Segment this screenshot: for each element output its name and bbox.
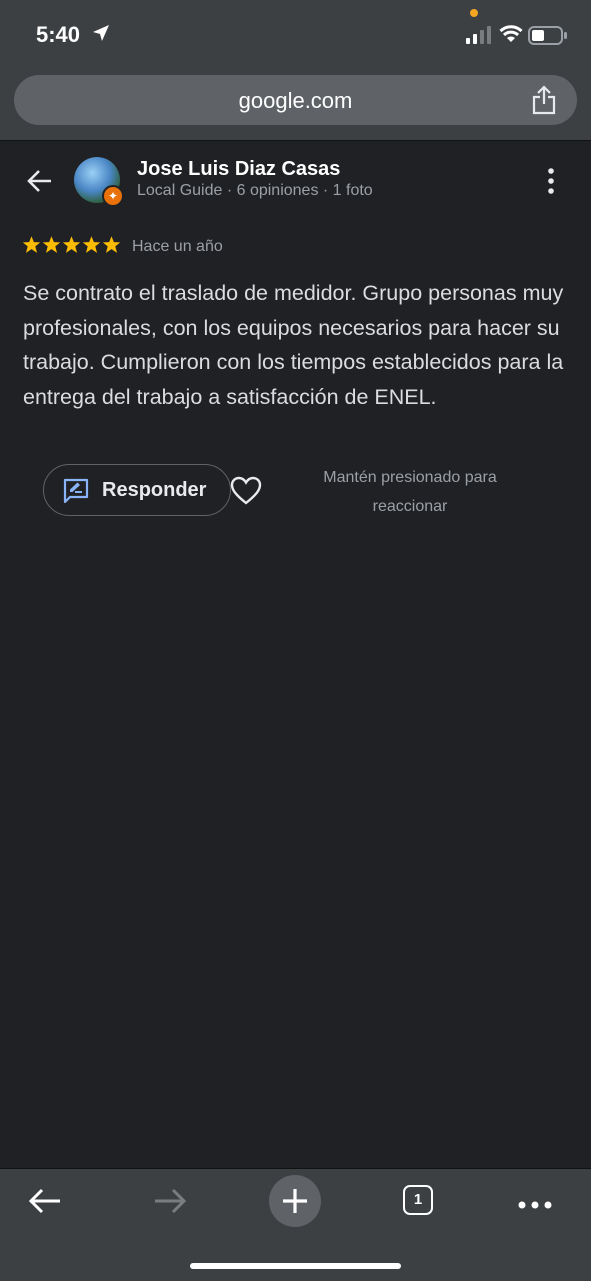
review-page: ✦ Jose Luis Diaz Casas Local Guide · 6 o… bbox=[0, 141, 591, 1168]
plus-icon bbox=[283, 1189, 307, 1213]
wifi-icon bbox=[499, 25, 523, 48]
cellular-signal-icon bbox=[466, 26, 492, 49]
more-horiz-icon[interactable] bbox=[517, 1197, 553, 1215]
status-bar: 5:40 bbox=[0, 0, 591, 70]
more-options-icon[interactable] bbox=[540, 167, 562, 200]
privacy-indicator-dot bbox=[470, 9, 478, 17]
author-meta: Local Guide · 6 opiniones · 1 foto bbox=[137, 182, 373, 199]
reply-button-label: Responder bbox=[102, 479, 207, 501]
nav-back-icon[interactable] bbox=[27, 1185, 63, 1222]
share-icon[interactable] bbox=[531, 85, 557, 120]
reply-button[interactable]: Responder bbox=[43, 464, 231, 516]
star-icon bbox=[22, 236, 41, 253]
bottom-toolbar: 1 bbox=[0, 1168, 591, 1281]
back-arrow-icon[interactable] bbox=[26, 167, 54, 200]
address-bar[interactable]: google.com bbox=[14, 75, 577, 125]
status-time: 5:40 bbox=[36, 22, 81, 47]
tab-switcher-button[interactable]: 1 bbox=[403, 1185, 433, 1215]
react-hint: Mantén presionado para reaccionar bbox=[323, 469, 497, 515]
star-icon bbox=[42, 236, 61, 253]
local-guide-badge-icon: ✦ bbox=[102, 185, 124, 207]
home-indicator[interactable] bbox=[190, 1263, 401, 1269]
browser-toolbar: google.com bbox=[0, 70, 591, 141]
star-icon bbox=[62, 236, 81, 253]
star-icon bbox=[102, 236, 121, 253]
battery-icon bbox=[528, 26, 568, 51]
new-tab-button[interactable] bbox=[269, 1175, 321, 1227]
heart-icon[interactable] bbox=[230, 476, 262, 511]
rate-review-icon bbox=[63, 478, 89, 509]
url-text[interactable]: google.com bbox=[14, 88, 577, 114]
nav-forward-icon[interactable] bbox=[152, 1185, 188, 1222]
star-icon bbox=[82, 236, 101, 253]
location-arrow-icon bbox=[92, 24, 110, 47]
review-date: Hace un año bbox=[132, 238, 223, 255]
review-text: Se contrato el traslado de medidor. Grup… bbox=[23, 281, 564, 409]
author-name[interactable]: Jose Luis Diaz Casas bbox=[137, 158, 340, 181]
star-rating bbox=[22, 235, 121, 254]
